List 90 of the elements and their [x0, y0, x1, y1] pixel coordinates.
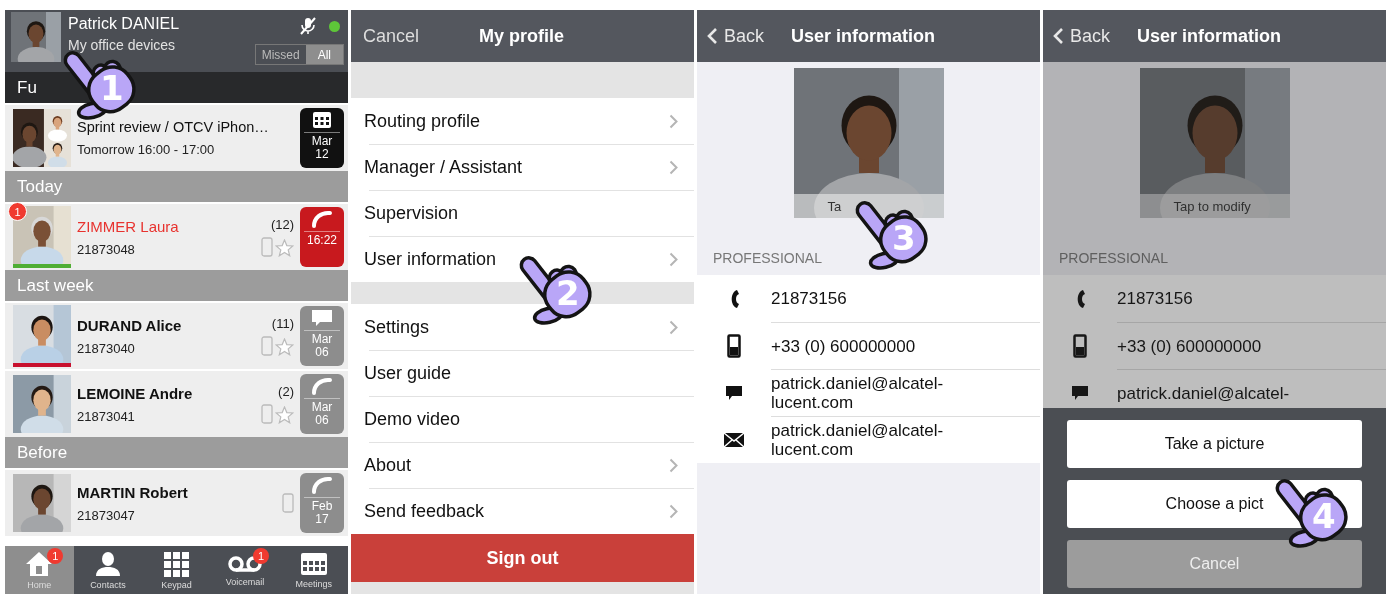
section-title: Before: [17, 442, 68, 463]
star-icon[interactable]: [275, 338, 294, 356]
home-icon: [25, 550, 54, 577]
tile-text: 06: [315, 414, 329, 427]
tile-text: 12: [315, 148, 329, 161]
handset-icon: [311, 377, 333, 395]
step-number: 3: [892, 220, 916, 256]
contact-name: MARTIN Robert: [77, 483, 188, 501]
meeting-time: Tomorrow 16:00 - 17:00: [77, 142, 215, 157]
back-chevron-icon: [707, 27, 718, 45]
filter-tab[interactable]: Missed: [255, 45, 306, 64]
step-number: 1: [100, 70, 124, 106]
tab[interactable]: Keypad: [142, 546, 211, 594]
call-log-item[interactable]: MARTIN Robert 21873047 Feb 17: [5, 468, 348, 536]
call-count: (12): [270, 217, 294, 232]
device-label: My office devices: [68, 37, 177, 53]
section-title: Fu: [17, 77, 37, 98]
notification-badge: 1: [47, 548, 64, 564]
tile-text: Mar: [311, 135, 333, 148]
section-label: PROFESSIONAL: [712, 250, 823, 268]
mobile-phone-icon: [261, 237, 273, 257]
contact-name: ZIMMER Laura: [77, 217, 179, 235]
star-icon[interactable]: [275, 239, 294, 257]
calendar-icon: [312, 111, 332, 129]
call-log-item[interactable]: LEMOINE Andre 21873041 (2) Mar 06: [5, 369, 348, 437]
phone-number: 21873040: [77, 340, 135, 356]
screen-title: User information: [791, 25, 936, 47]
screen-title: User information: [1137, 25, 1282, 47]
speech-bubble-icon: [311, 309, 333, 327]
contact-detail: 21873156: [1117, 289, 1193, 308]
mute-icon: [299, 17, 317, 35]
status-tile[interactable]: Mar 12: [300, 108, 344, 168]
envelope-icon: [723, 431, 745, 448]
voicemail-icon: [227, 553, 264, 574]
calendar-icon: [299, 551, 328, 576]
contact-detail: patrick.daniel@alcatel- lucent.com: [771, 421, 944, 459]
cancel-button[interactable]: Cancel: [363, 25, 420, 47]
tile-text: 17: [315, 513, 329, 526]
notification-badge: 1: [253, 548, 270, 564]
handset-icon: [311, 476, 333, 494]
tab[interactable]: Meetings: [279, 546, 348, 594]
contact-detail: patrick.daniel@alcatel- lucent.com: [771, 374, 944, 412]
section-title: Today: [17, 176, 63, 197]
tab[interactable]: Contacts: [73, 546, 143, 594]
handset-icon: [311, 210, 333, 228]
mobile-phone-icon: [261, 336, 273, 356]
meeting-title: Sprint review / OTCV iPhon…: [77, 119, 269, 135]
back-button[interactable]: Back: [707, 25, 765, 47]
mobile-phone-icon: [727, 333, 741, 358]
contact-name: LEMOINE Andre: [77, 384, 193, 402]
phone-number: 21873047: [77, 507, 135, 523]
tab[interactable]: Home 1: [5, 546, 74, 594]
tile-text: Feb: [311, 500, 333, 513]
mobile-phone-icon: [282, 493, 294, 513]
call-count: (2): [278, 384, 294, 399]
user-name: Patrick DANIEL: [68, 15, 181, 33]
phone-number: 21873041: [77, 408, 135, 424]
tile-text: 06: [315, 346, 329, 359]
call-log-item[interactable]: DURAND Alice 21873040 (11) Mar 06: [5, 301, 348, 369]
screen-title: My profile: [479, 25, 565, 47]
contact-name: DURAND Alice: [77, 316, 182, 334]
mobile-phone-icon: [1073, 333, 1087, 358]
contact-detail: 21873156: [771, 289, 847, 308]
section-label: PROFESSIONAL: [1058, 250, 1169, 268]
call-log-item[interactable]: 1 ZIMMER Laura 21873048 (12) 16:22: [5, 202, 348, 270]
star-icon[interactable]: [275, 406, 294, 424]
status-tile[interactable]: 16:22: [300, 207, 344, 267]
contact-detail: +33 (0) 600000000: [1117, 336, 1262, 356]
meeting-item[interactable]: Sprint review / OTCV iPhon… Tomorrow 16:00 - 17:00 Mar 12: [5, 103, 348, 171]
keypad-icon: [163, 550, 190, 577]
contact-detail: patrick.daniel@alcatel-: [1117, 383, 1290, 403]
tile-text: Mar: [311, 333, 333, 346]
phone-number: 21873048: [77, 241, 135, 257]
back-button[interactable]: Back: [1053, 25, 1111, 47]
person-icon: [93, 550, 122, 577]
photo-caption: Ta: [827, 198, 842, 214]
tab[interactable]: Voicemail 1: [210, 546, 280, 594]
tile-text: Mar: [311, 401, 333, 414]
sign-out-button[interactable]: Sign out: [351, 534, 694, 582]
speech-bubble-icon: [1071, 384, 1089, 401]
mobile-phone-icon: [261, 404, 273, 424]
back-chevron-icon: [1053, 27, 1064, 45]
sheet-button[interactable]: Take a picture: [1067, 420, 1362, 468]
unread-badge: 1: [8, 202, 27, 221]
photo-caption: Tap to modify: [1173, 198, 1251, 214]
call-count: (11): [271, 316, 294, 331]
tile-text: 16:22: [307, 234, 337, 247]
section-title: Last week: [17, 275, 94, 296]
contact-detail: +33 (0) 600000000: [771, 336, 916, 356]
speech-bubble-icon: [725, 384, 743, 401]
